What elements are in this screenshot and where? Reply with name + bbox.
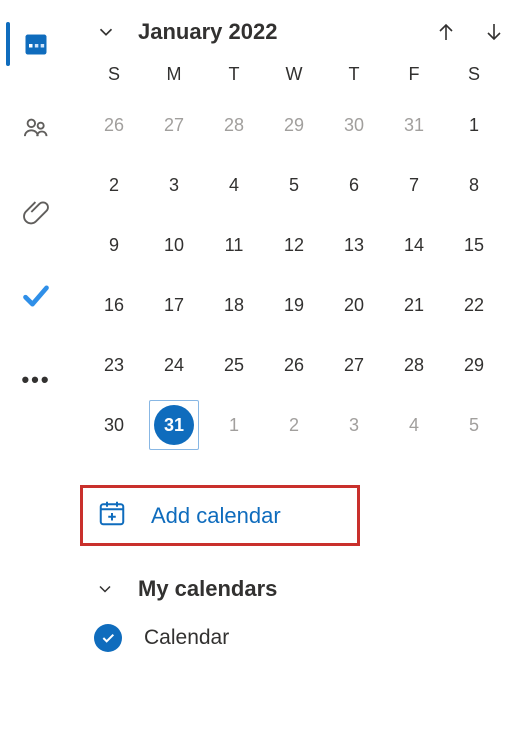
dow-header: M [144, 64, 204, 85]
calendar-panel: January 2022 SMTWTFS26272829303112345678… [72, 0, 526, 736]
calendar-day[interactable]: 3 [144, 165, 204, 205]
calendar-day[interactable]: 13 [324, 225, 384, 265]
calendar-day[interactable]: 25 [204, 345, 264, 385]
calendar-day[interactable]: 30 [324, 105, 384, 145]
calendar-day[interactable]: 18 [204, 285, 264, 325]
dow-header: S [444, 64, 504, 85]
calendar-day[interactable]: 21 [384, 285, 444, 325]
next-month-button[interactable] [480, 18, 508, 46]
add-calendar-icon [97, 498, 127, 533]
calendar-day[interactable]: 26 [264, 345, 324, 385]
mini-calendar-grid: SMTWTFS262728293031123456789101112131415… [80, 64, 508, 445]
calendar-day[interactable]: 28 [384, 345, 444, 385]
calendar-day[interactable]: 7 [384, 165, 444, 205]
calendar-day[interactable]: 15 [444, 225, 504, 265]
rail-more[interactable]: ••• [12, 356, 60, 404]
month-collapse-toggle[interactable] [92, 18, 120, 46]
calendar-day[interactable]: 2 [264, 405, 324, 445]
arrow-down-icon [482, 20, 506, 44]
month-header: January 2022 [80, 18, 508, 46]
calendar-day[interactable]: 11 [204, 225, 264, 265]
calendar-day[interactable]: 20 [324, 285, 384, 325]
add-calendar-label: Add calendar [151, 503, 281, 529]
dow-header: T [324, 64, 384, 85]
calendar-day[interactable]: 5 [264, 165, 324, 205]
rail-todo[interactable] [12, 272, 60, 320]
chevron-down-icon [94, 578, 116, 600]
calendar-day[interactable]: 16 [84, 285, 144, 325]
paperclip-icon [22, 198, 50, 226]
add-calendar-button[interactable]: Add calendar [80, 485, 360, 546]
calendar-day[interactable]: 12 [264, 225, 324, 265]
calendar-day[interactable]: 30 [84, 405, 144, 445]
calendar-day[interactable]: 22 [444, 285, 504, 325]
calendar-day[interactable]: 6 [324, 165, 384, 205]
calendar-day[interactable]: 5 [444, 405, 504, 445]
dow-header: F [384, 64, 444, 85]
calendar-day[interactable]: 19 [264, 285, 324, 325]
calendar-list-item[interactable]: Calendar [80, 624, 508, 652]
calendar-day[interactable]: 14 [384, 225, 444, 265]
calendar-day[interactable]: 9 [84, 225, 144, 265]
dow-header: S [84, 64, 144, 85]
calendar-day[interactable]: 24 [144, 345, 204, 385]
dow-header: W [264, 64, 324, 85]
calendar-day[interactable]: 26 [84, 105, 144, 145]
calendar-day[interactable]: 27 [144, 105, 204, 145]
calendar-day[interactable]: 4 [384, 405, 444, 445]
my-calendars-section-toggle[interactable]: My calendars [80, 576, 508, 602]
calendar-day[interactable]: 3 [324, 405, 384, 445]
rail-attachments[interactable] [12, 188, 60, 236]
calendar-item-label: Calendar [144, 626, 229, 650]
dow-header: T [204, 64, 264, 85]
calendar-day[interactable]: 29 [444, 345, 504, 385]
rail-calendar[interactable] [12, 20, 60, 68]
rail-people[interactable] [12, 104, 60, 152]
prev-month-button[interactable] [432, 18, 460, 46]
more-icon: ••• [21, 367, 50, 393]
calendar-day[interactable]: 4 [204, 165, 264, 205]
left-nav-rail: ••• [0, 0, 72, 736]
calendar-icon [22, 30, 50, 58]
calendar-day[interactable]: 29 [264, 105, 324, 145]
checkmark-icon [22, 282, 50, 310]
calendar-day[interactable]: 10 [144, 225, 204, 265]
my-calendars-label: My calendars [138, 576, 277, 602]
chevron-down-icon [95, 21, 117, 43]
calendar-day[interactable]: 31 [144, 405, 204, 445]
arrow-up-icon [434, 20, 458, 44]
calendar-day[interactable]: 8 [444, 165, 504, 205]
calendar-day[interactable]: 28 [204, 105, 264, 145]
calendar-day[interactable]: 1 [204, 405, 264, 445]
calendar-day[interactable]: 23 [84, 345, 144, 385]
calendar-day[interactable]: 27 [324, 345, 384, 385]
calendar-day[interactable]: 17 [144, 285, 204, 325]
calendar-day[interactable]: 1 [444, 105, 504, 145]
calendar-check-icon[interactable] [94, 624, 122, 652]
calendar-day[interactable]: 31 [384, 105, 444, 145]
calendar-day[interactable]: 2 [84, 165, 144, 205]
month-title: January 2022 [138, 19, 414, 45]
people-icon [22, 114, 50, 142]
